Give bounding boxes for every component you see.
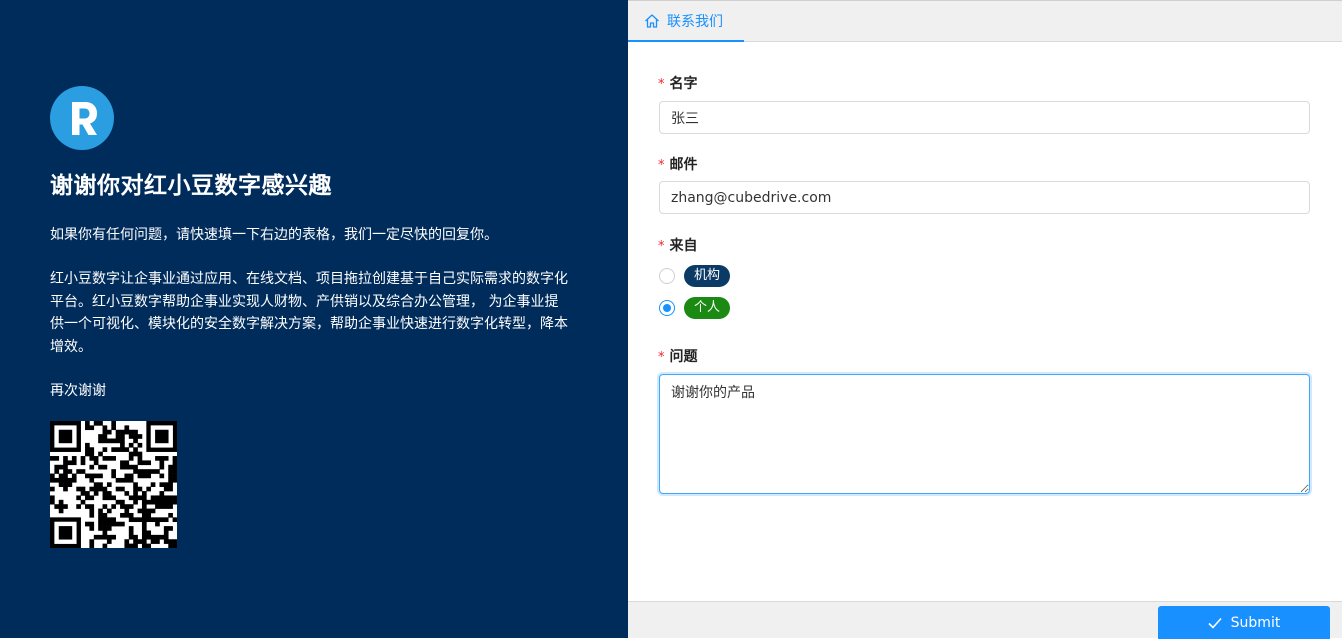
radio-organization[interactable] bbox=[659, 268, 675, 284]
source-label: * 来自 bbox=[658, 235, 698, 255]
source-option-personal[interactable]: 个人 bbox=[659, 296, 731, 320]
source-label-text: 来自 bbox=[669, 238, 698, 254]
question-textarea[interactable]: 谢谢你的产品 bbox=[659, 374, 1310, 494]
qr-code bbox=[50, 421, 178, 549]
form-panel: 联系我们 * 名字 * 邮件 * 来自 机构 个人 * 问题 谢谢你的产品 Submit bbox=[628, 0, 1342, 639]
submit-label: Submit bbox=[1230, 614, 1281, 631]
tab-contact-us-label: 联系我们 bbox=[667, 13, 723, 30]
check-icon bbox=[1208, 617, 1222, 629]
intro-paragraph-3: 再次谢谢 bbox=[50, 383, 106, 399]
home-icon bbox=[645, 13, 659, 28]
email-label: * 邮件 bbox=[658, 154, 698, 174]
required-mark: * bbox=[658, 350, 665, 365]
r-logo-icon bbox=[50, 86, 114, 150]
submit-button[interactable]: Submit bbox=[1158, 606, 1330, 639]
intro-paragraph-2: 红小豆数字让企事业通过应用、在线文档、项目拖拉创建基于自己实际需求的数字化平台。… bbox=[50, 271, 568, 355]
required-mark: * bbox=[658, 239, 665, 254]
intro-panel: 谢谢你对红小豆数字感兴趣 如果你有任何问题，请快速填一下右边的表格，我们一定尽快… bbox=[0, 0, 628, 638]
tab-contact-us[interactable]: 联系我们 bbox=[628, 1, 744, 42]
question-label-text: 问题 bbox=[669, 349, 698, 365]
source-option-organization[interactable]: 机构 bbox=[659, 264, 731, 288]
question-label: * 问题 bbox=[658, 346, 698, 366]
name-label: * 名字 bbox=[658, 73, 698, 93]
intro-title: 谢谢你对红小豆数字感兴趣 bbox=[50, 173, 332, 199]
form-footer: Submit bbox=[628, 601, 1342, 639]
pill-personal: 个人 bbox=[684, 297, 731, 319]
required-mark: * bbox=[658, 158, 665, 173]
radio-personal[interactable] bbox=[659, 300, 675, 316]
email-input[interactable] bbox=[659, 181, 1310, 214]
required-mark: * bbox=[658, 77, 665, 92]
pill-organization: 机构 bbox=[684, 265, 731, 287]
name-input[interactable] bbox=[659, 101, 1310, 134]
email-label-text: 邮件 bbox=[669, 157, 698, 173]
tab-bar: 联系我们 bbox=[628, 0, 1342, 42]
name-label-text: 名字 bbox=[669, 76, 698, 92]
intro-paragraph-1: 如果你有任何问题，请快速填一下右边的表格，我们一定尽快的回复你。 bbox=[50, 227, 498, 243]
